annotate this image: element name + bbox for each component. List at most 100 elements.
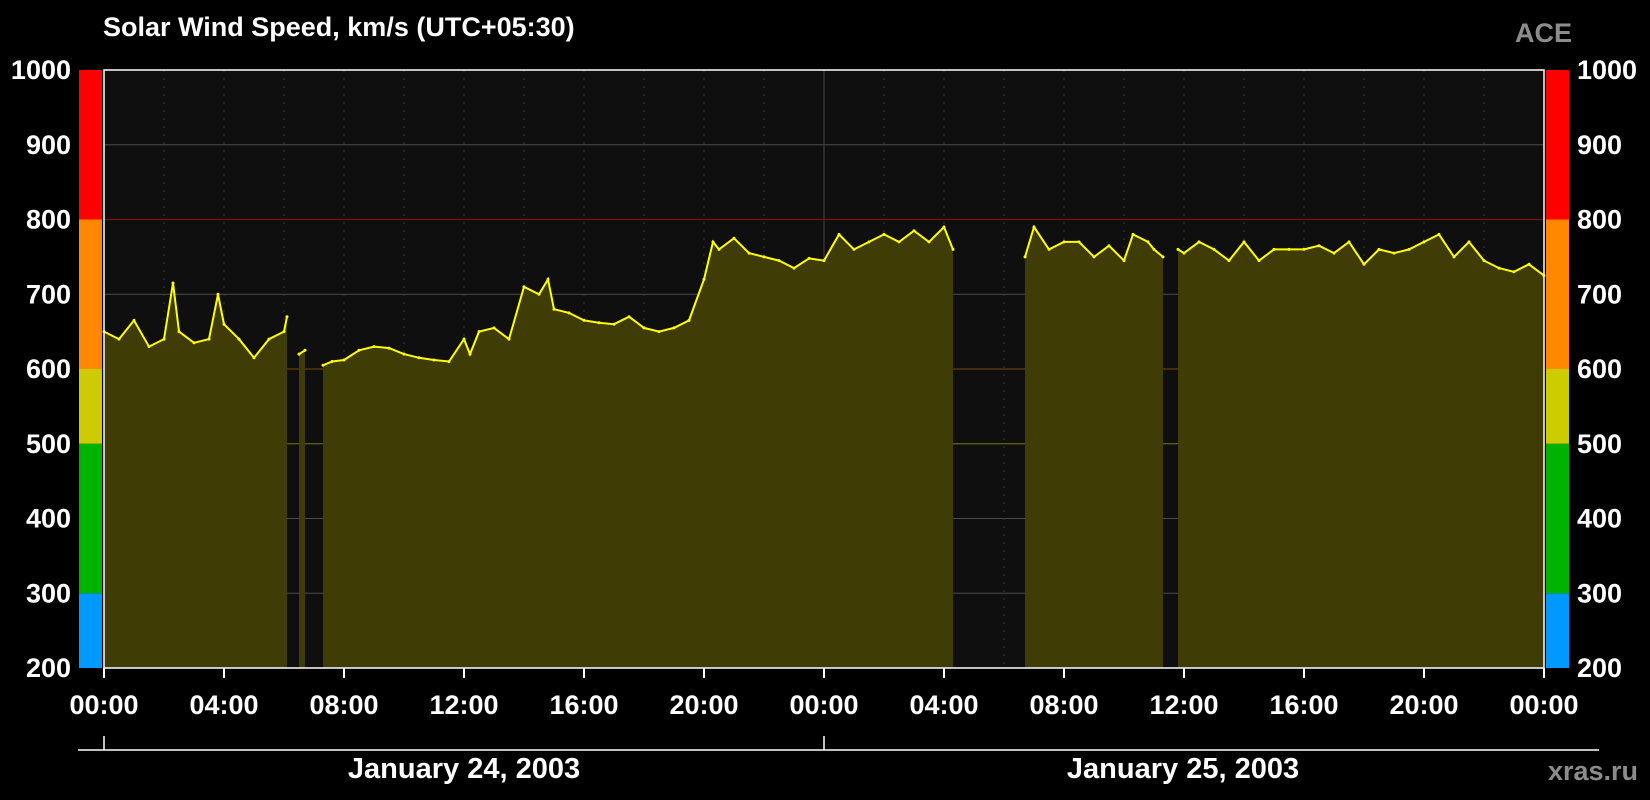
y-tick-label-left: 400 [26, 504, 71, 534]
data-point [1497, 266, 1501, 270]
data-point [1092, 255, 1096, 259]
data-point [171, 281, 175, 285]
data-point [117, 337, 121, 341]
data-point [822, 259, 826, 263]
data-point [1077, 240, 1081, 244]
data-point [1176, 247, 1180, 251]
data-point [1107, 244, 1111, 248]
data-point [252, 356, 256, 360]
data-point [147, 345, 151, 349]
data-point [867, 240, 871, 244]
data-point [1122, 259, 1126, 263]
data-point [507, 337, 511, 341]
y-tick-label-right: 400 [1577, 504, 1622, 534]
data-point [672, 326, 676, 330]
data-point [1023, 255, 1027, 259]
data-point [657, 330, 661, 334]
x-tick-label: 12:00 [1149, 690, 1218, 720]
y-tick-label-left: 300 [26, 578, 71, 608]
data-point [807, 256, 811, 260]
y-tick-label-right: 700 [1577, 279, 1622, 309]
x-tick-label: 20:00 [1389, 690, 1458, 720]
data-point [927, 240, 931, 244]
x-tick-label: 00:00 [789, 690, 858, 720]
y-tick-label-right: 900 [1577, 130, 1622, 160]
data-point [357, 348, 361, 352]
data-point [342, 358, 346, 362]
y-tick-label-left: 1000 [11, 55, 71, 85]
y-tick-label-left: 800 [26, 205, 71, 235]
data-point [1197, 240, 1201, 244]
data-point [1227, 259, 1231, 263]
data-point [432, 358, 436, 362]
data-point [642, 326, 646, 330]
data-point [1152, 247, 1156, 251]
y-tick-label-left: 200 [26, 653, 71, 683]
y-tick-label-right: 500 [1577, 429, 1622, 459]
series-area [1025, 227, 1163, 668]
data-point [1161, 255, 1165, 259]
y-tick-label-left: 600 [26, 354, 71, 384]
data-point [1452, 255, 1456, 259]
data-point [1482, 259, 1486, 263]
data-point [1287, 247, 1291, 251]
data-point [387, 346, 391, 350]
data-point [132, 318, 136, 322]
data-point [285, 315, 289, 319]
data-point [747, 251, 751, 255]
data-point [303, 348, 307, 352]
x-tick-label: 08:00 [1029, 690, 1098, 720]
data-point [777, 259, 781, 263]
x-tick-label: 08:00 [309, 690, 378, 720]
scale-band-left [79, 443, 102, 594]
data-point [1407, 247, 1411, 251]
data-point [282, 330, 286, 334]
data-point [1146, 240, 1150, 244]
data-point [192, 341, 196, 345]
data-point [267, 337, 271, 341]
data-point [237, 337, 241, 341]
data-point [222, 322, 226, 326]
data-point [711, 240, 715, 244]
data-point [597, 321, 601, 325]
data-point [177, 330, 181, 334]
data-point [1377, 247, 1381, 251]
site-label: xras.ru [1547, 756, 1638, 786]
scale-band-right [1546, 219, 1569, 369]
data-point [567, 311, 571, 315]
data-point [627, 315, 631, 319]
series-area [1178, 234, 1544, 668]
data-point [612, 322, 616, 326]
data-point [1392, 251, 1396, 255]
data-point [582, 318, 586, 322]
data-point [1272, 247, 1276, 251]
data-point [546, 277, 550, 281]
data-point [1257, 259, 1261, 263]
x-tick-label: 16:00 [1269, 690, 1338, 720]
scale-band-left [79, 593, 102, 668]
data-point [1212, 247, 1216, 251]
data-point [1362, 262, 1366, 266]
y-tick-label-right: 600 [1577, 354, 1622, 384]
data-point [717, 247, 721, 251]
data-point [1032, 225, 1036, 229]
y-tick-label-right: 1000 [1577, 55, 1637, 85]
data-point [882, 232, 886, 236]
data-point [522, 285, 526, 289]
y-tick-label-left: 900 [26, 130, 71, 160]
data-point [1302, 247, 1306, 251]
data-point [1512, 270, 1516, 274]
data-point [1347, 240, 1351, 244]
data-point [297, 352, 301, 356]
data-point [492, 326, 496, 330]
data-point [447, 360, 451, 363]
data-point [732, 236, 736, 240]
scale-band-right [1546, 593, 1569, 668]
data-point [462, 337, 466, 341]
data-point [897, 240, 901, 244]
data-point [687, 318, 691, 322]
data-point [162, 337, 166, 341]
data-point [837, 232, 841, 236]
scale-band-right [1546, 369, 1569, 444]
x-tick-label: 16:00 [549, 690, 618, 720]
